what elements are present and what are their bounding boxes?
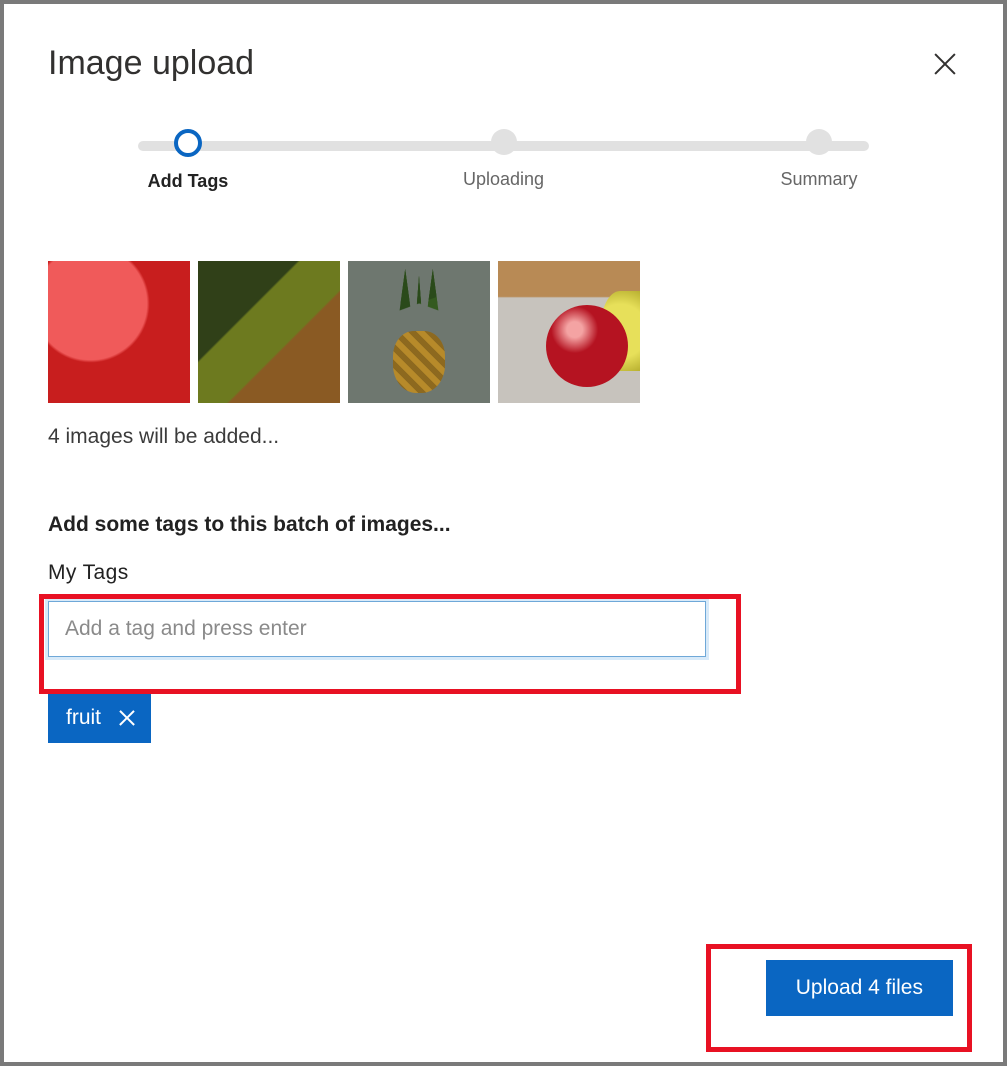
step-dot-active xyxy=(174,129,202,157)
thumbnail[interactable] xyxy=(48,261,190,403)
step-dot xyxy=(806,129,832,155)
step-summary: Summary xyxy=(759,129,879,192)
step-dot xyxy=(491,129,517,155)
tag-chip-row: fruit xyxy=(48,693,959,743)
step-uploading: Uploading xyxy=(444,129,564,192)
stepper-nodes: Add Tags Uploading Summary xyxy=(128,129,879,192)
dialog-title: Image upload xyxy=(48,44,254,83)
tag-chip[interactable]: fruit xyxy=(48,693,151,743)
tag-prompt: Add some tags to this batch of images... xyxy=(48,513,959,537)
thumbnail[interactable] xyxy=(198,261,340,403)
step-label: Summary xyxy=(780,169,857,190)
dialog-header: Image upload xyxy=(48,44,959,83)
step-label: Add Tags xyxy=(148,171,229,192)
upload-button[interactable]: Upload 4 files xyxy=(766,960,953,1016)
thumbnail[interactable] xyxy=(498,261,640,403)
step-add-tags: Add Tags xyxy=(128,129,248,192)
my-tags-label: My Tags xyxy=(48,561,959,585)
tag-chip-label: fruit xyxy=(66,706,101,730)
image-upload-dialog: Image upload Add Tags Uploading Summary … xyxy=(0,0,1007,1066)
progress-stepper: Add Tags Uploading Summary xyxy=(48,129,959,199)
image-count-text: 4 images will be added... xyxy=(48,425,959,449)
tag-input[interactable] xyxy=(48,601,706,657)
remove-tag-icon[interactable] xyxy=(117,708,137,728)
close-icon[interactable] xyxy=(931,50,959,78)
tag-input-wrap xyxy=(48,601,706,657)
thumbnail-row xyxy=(48,261,959,403)
thumbnail[interactable] xyxy=(348,261,490,403)
step-label: Uploading xyxy=(463,169,544,190)
